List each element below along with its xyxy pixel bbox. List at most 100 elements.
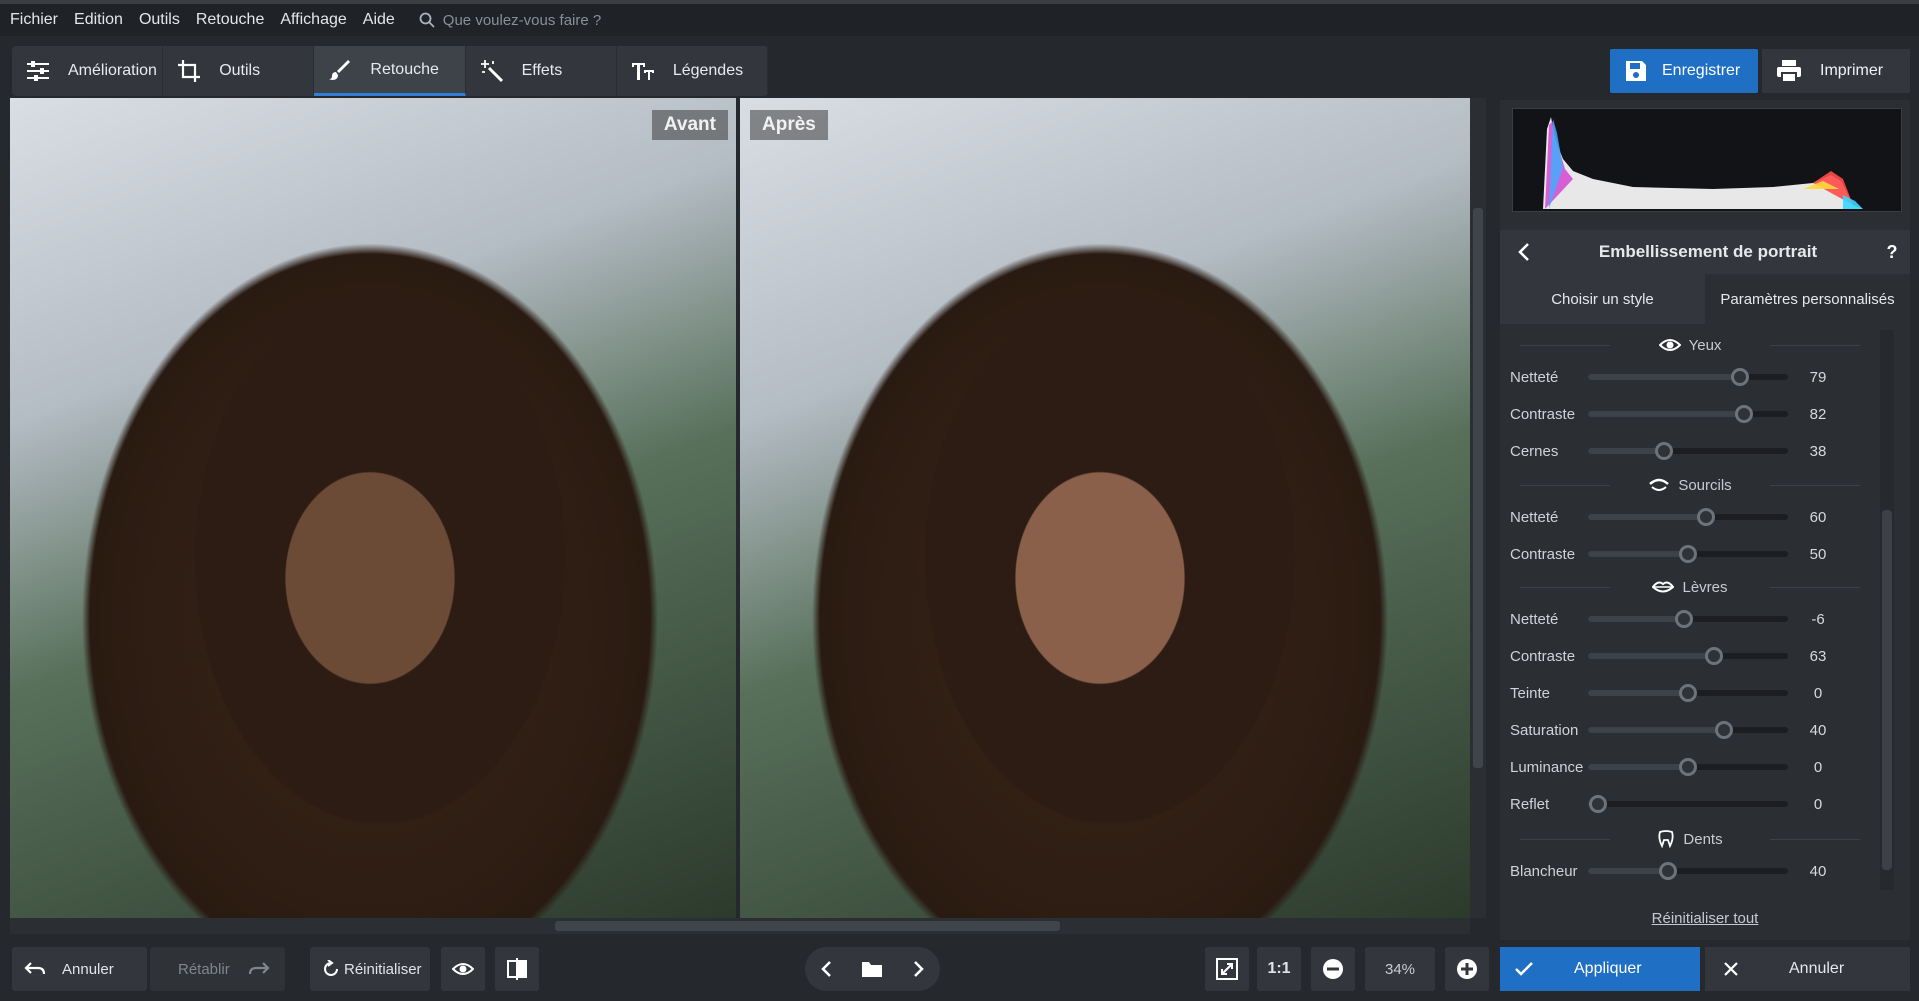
slider-row: Cernes 38 bbox=[1510, 442, 1827, 460]
scroll-thumb[interactable] bbox=[1473, 208, 1483, 768]
after-label: Après bbox=[750, 110, 828, 140]
eye-icon bbox=[1658, 339, 1681, 351]
section-eyes: Yeux bbox=[1500, 330, 1880, 360]
menu-outils[interactable]: Outils bbox=[139, 11, 180, 29]
tab-amelioration[interactable]: Amélioration bbox=[12, 46, 164, 96]
zoom-out-button[interactable] bbox=[1311, 947, 1355, 991]
slider-row: Reflet 0 bbox=[1510, 795, 1823, 813]
cancel-button[interactable]: Annuler bbox=[1705, 947, 1910, 991]
search-box[interactable]: Que voulez-vous faire ? bbox=[419, 12, 601, 29]
reset-button[interactable]: Réinitialiser bbox=[310, 947, 430, 991]
previous-icon[interactable] bbox=[817, 959, 837, 979]
eyebrow-icon bbox=[1649, 478, 1670, 491]
brush-icon bbox=[329, 59, 351, 80]
redo-button[interactable]: Rétablir bbox=[150, 947, 285, 991]
slider-row: Teinte 0 bbox=[1510, 684, 1823, 702]
menu-edition[interactable]: Edition bbox=[74, 11, 123, 29]
folder-icon[interactable] bbox=[861, 960, 883, 978]
print-label: Imprimer bbox=[1820, 62, 1884, 79]
split-view-icon bbox=[507, 958, 527, 980]
settings-list: Yeux Netteté 79 Contraste 82 Cernes 38 Sour… bbox=[1500, 330, 1880, 900]
reset-icon bbox=[324, 960, 338, 976]
slider-track[interactable] bbox=[1588, 758, 1788, 776]
undo-button[interactable]: Annuler bbox=[12, 947, 147, 991]
slider-knob[interactable] bbox=[1675, 610, 1693, 628]
module-tabs: Amélioration Outils Retouche Effets Lége… bbox=[12, 46, 768, 96]
slider-knob[interactable] bbox=[1705, 647, 1723, 665]
menu-affichage[interactable]: Affichage bbox=[280, 11, 346, 29]
close-icon bbox=[1724, 962, 1738, 976]
back-chevron-icon[interactable] bbox=[1506, 240, 1542, 264]
slider-row: Saturation 40 bbox=[1510, 721, 1827, 739]
slider-track[interactable] bbox=[1588, 862, 1788, 880]
slider-track[interactable] bbox=[1588, 545, 1788, 563]
panel-title: Embellissement de portrait bbox=[1598, 242, 1818, 261]
slider-track[interactable] bbox=[1588, 795, 1788, 813]
undo-icon bbox=[24, 962, 46, 975]
vertical-scrollbar[interactable] bbox=[1470, 98, 1486, 918]
slider-knob[interactable] bbox=[1697, 508, 1715, 526]
save-button[interactable]: Enregistrer bbox=[1610, 49, 1758, 93]
panel-scrollbar[interactable] bbox=[1880, 330, 1894, 890]
scroll-thumb[interactable] bbox=[555, 921, 1060, 931]
apply-button[interactable]: Appliquer bbox=[1500, 947, 1700, 991]
zoom-level[interactable]: 34% bbox=[1365, 947, 1435, 991]
tab-retouche[interactable]: Retouche bbox=[314, 46, 466, 96]
menu-aide[interactable]: Aide bbox=[363, 11, 395, 29]
slider-track[interactable] bbox=[1588, 405, 1788, 423]
slider-knob[interactable] bbox=[1589, 795, 1607, 813]
redo-icon bbox=[248, 962, 270, 975]
slider-knob[interactable] bbox=[1655, 442, 1673, 460]
search-placeholder: Que voulez-vous faire ? bbox=[442, 11, 602, 29]
slider-knob[interactable] bbox=[1679, 758, 1697, 776]
slider-track[interactable] bbox=[1588, 368, 1788, 386]
fit-screen-button[interactable] bbox=[1205, 947, 1249, 991]
zoom-in-icon bbox=[1457, 959, 1477, 979]
slider-track[interactable] bbox=[1588, 647, 1788, 665]
crop-icon bbox=[178, 60, 201, 82]
slider-track[interactable] bbox=[1588, 508, 1788, 526]
menu-fichier[interactable]: Fichier bbox=[10, 11, 58, 29]
menu-bar: Fichier Edition Outils Retouche Affichag… bbox=[0, 0, 1919, 36]
tab-outils[interactable]: Outils bbox=[163, 46, 315, 96]
slider-track[interactable] bbox=[1588, 442, 1788, 460]
print-button[interactable]: Imprimer bbox=[1762, 49, 1910, 93]
help-button[interactable]: ? bbox=[1874, 242, 1910, 263]
next-icon[interactable] bbox=[908, 959, 928, 979]
fit-screen-icon bbox=[1216, 958, 1238, 980]
photo-after: Après bbox=[740, 98, 1470, 918]
before-label: Avant bbox=[651, 110, 728, 140]
slider-track[interactable] bbox=[1588, 610, 1788, 628]
panel-tabs: Choisir un style Paramètres personnalisé… bbox=[1500, 274, 1910, 324]
photo-canvas[interactable]: Avant Après bbox=[10, 98, 1470, 918]
zoom-in-button[interactable] bbox=[1445, 947, 1489, 991]
slider-track[interactable] bbox=[1588, 721, 1788, 739]
scroll-thumb[interactable] bbox=[1882, 510, 1892, 870]
reset-all-link[interactable]: Réinitialiser tout bbox=[1500, 910, 1910, 934]
zoom-one-to-one-button[interactable]: 1:1 bbox=[1257, 947, 1301, 991]
slider-row: Netteté 60 bbox=[1510, 508, 1827, 526]
section-brows: Sourcils bbox=[1500, 470, 1880, 500]
tab-label: Amélioration bbox=[68, 62, 157, 79]
lips-icon bbox=[1652, 581, 1675, 593]
panel-header: Embellissement de portrait ? bbox=[1500, 230, 1910, 274]
slider-knob[interactable] bbox=[1735, 405, 1753, 423]
floppy-icon bbox=[1626, 61, 1646, 81]
compare-view-button[interactable] bbox=[495, 947, 539, 991]
slider-knob[interactable] bbox=[1731, 368, 1749, 386]
slider-knob[interactable] bbox=[1679, 684, 1697, 702]
tab-legendes[interactable]: Légendes bbox=[617, 46, 768, 96]
slider-knob[interactable] bbox=[1659, 862, 1677, 880]
tab-custom-settings[interactable]: Paramètres personnalisés bbox=[1705, 274, 1910, 324]
slider-track[interactable] bbox=[1588, 684, 1788, 702]
printer-icon bbox=[1777, 60, 1801, 83]
eye-icon bbox=[452, 963, 474, 975]
slider-knob[interactable] bbox=[1679, 545, 1697, 563]
tab-effets[interactable]: Effets bbox=[466, 46, 617, 96]
menu-retouche[interactable]: Retouche bbox=[196, 11, 265, 29]
tab-choose-style[interactable]: Choisir un style bbox=[1500, 274, 1705, 324]
slider-knob[interactable] bbox=[1715, 721, 1733, 739]
horizontal-scrollbar[interactable] bbox=[10, 918, 1470, 934]
preview-toggle-button[interactable] bbox=[441, 947, 485, 991]
tab-label: Retouche bbox=[370, 60, 439, 78]
